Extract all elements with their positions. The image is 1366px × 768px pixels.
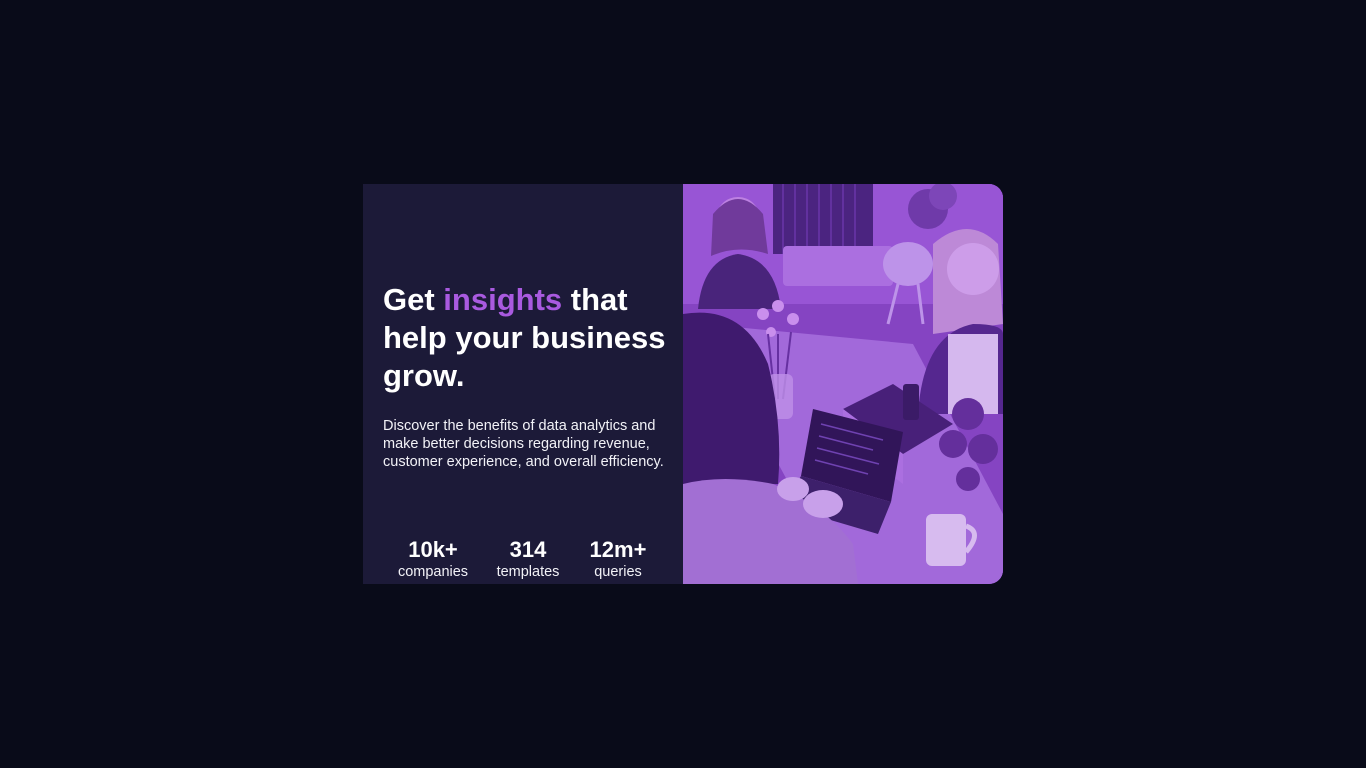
description: Discover the benefits of data analytics … xyxy=(383,418,664,470)
office-team-illustration xyxy=(683,184,1003,584)
headline-start: Get xyxy=(383,282,444,317)
stat-queries: 12m+ queries xyxy=(583,538,653,582)
stat-value: 12m+ xyxy=(589,537,647,562)
stats-preview-card: Get insights that help your business gro… xyxy=(363,184,1003,584)
card-content: Get insights that help your business gro… xyxy=(363,184,683,584)
stat-label: queries xyxy=(594,564,642,580)
stat-label: companies xyxy=(397,564,469,580)
stats-row: 10k+ companies 314 templates 12m+ querie… xyxy=(383,538,673,584)
header-image xyxy=(683,184,1003,584)
stat-label: templates xyxy=(496,564,560,580)
headline-accent: insights xyxy=(443,282,563,317)
stat-companies: 10k+ companies xyxy=(397,538,469,582)
headline: Get insights that help your business gro… xyxy=(383,281,673,395)
stat-value: 10k+ xyxy=(408,537,458,562)
stat-value: 314 xyxy=(509,537,547,562)
stat-templates: 314 templates xyxy=(493,538,563,582)
